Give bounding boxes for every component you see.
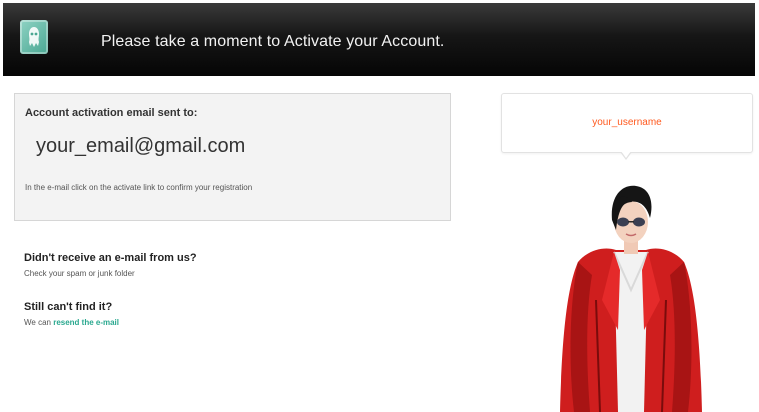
no-email-text: Check your spam or junk folder [24, 269, 135, 278]
resend-line: We can resend the e-mail [24, 318, 119, 327]
activation-hint: In the e-mail click on the activate link… [25, 183, 253, 192]
activation-panel: Account activation email sent to: your_e… [14, 93, 451, 221]
bubble-tail-inner [621, 151, 631, 158]
resend-prefix: We can [24, 318, 54, 327]
still-missing-heading: Still can't find it? [24, 301, 113, 313]
no-email-heading: Didn't receive an e-mail from us? [24, 252, 197, 264]
username-label: your_username [592, 117, 662, 128]
activation-sent-label: Account activation email sent to: [25, 107, 198, 119]
avatar [560, 185, 702, 412]
page-title: Please take a moment to Activate your Ac… [101, 33, 445, 50]
resend-email-link[interactable]: resend the e-mail [53, 318, 119, 327]
email-address: your_email@gmail.com [36, 135, 246, 157]
top-banner: Please take a moment to Activate your Ac… [3, 3, 755, 76]
app-logo-icon [20, 20, 48, 54]
username-bubble: your_username [501, 93, 753, 153]
